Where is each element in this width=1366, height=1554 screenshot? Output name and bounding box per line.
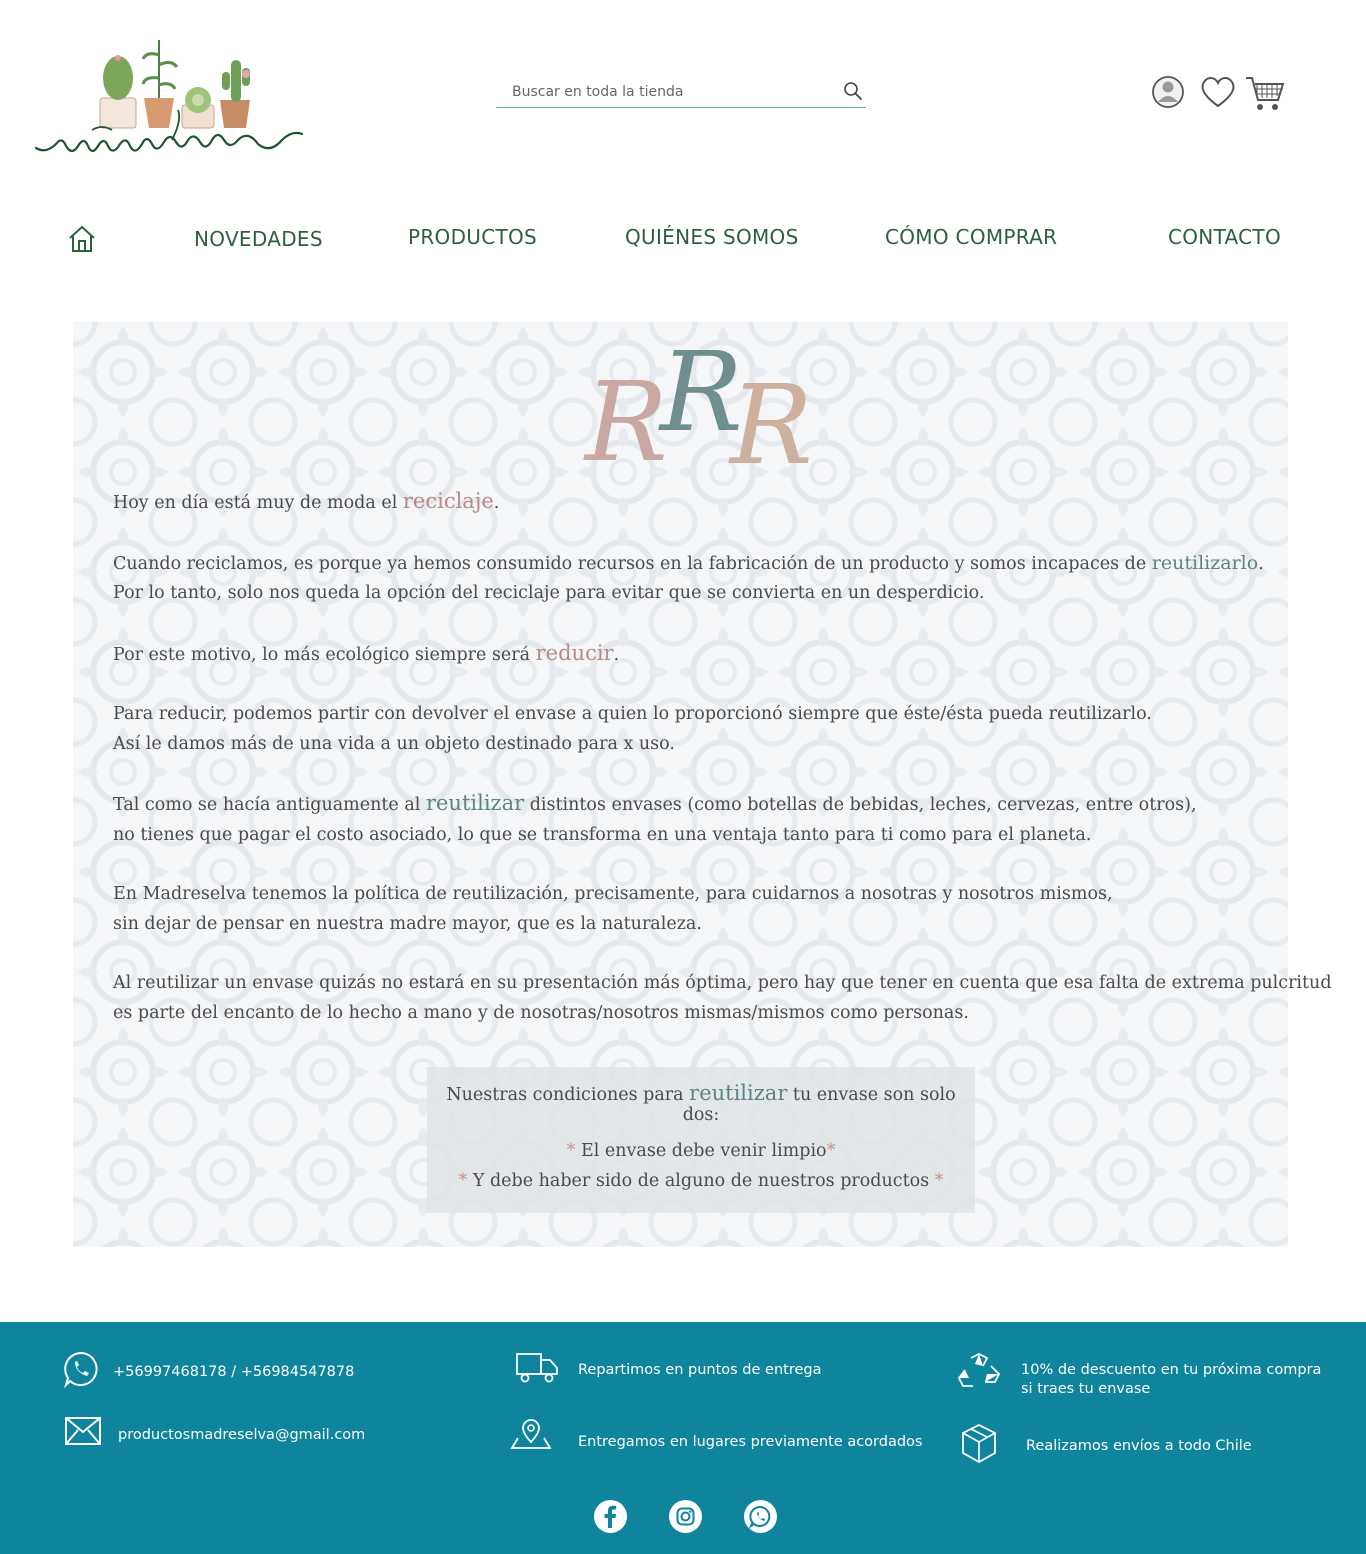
- cactus-pots-illustration: [99, 40, 250, 129]
- paragraph: Para reducir, podemos partir con devolve…: [113, 704, 1152, 754]
- conditions-intro: Nuestras condiciones para reutilizar tu …: [446, 1081, 956, 1125]
- nav-novedades[interactable]: NOVEDADES: [194, 227, 323, 251]
- cart-icon[interactable]: [1244, 70, 1286, 119]
- facebook-icon[interactable]: [594, 1500, 627, 1533]
- nav-como-comprar[interactable]: CÓMO COMPRAR: [885, 225, 1057, 249]
- search-icon[interactable]: [842, 80, 864, 102]
- footer-phone[interactable]: +56997468178 / +56984547878: [113, 1364, 354, 1380]
- paragraph: En Madreselva tenemos la política de reu…: [113, 884, 1113, 934]
- main-nav: NOVEDADES PRODUCTOS QUIÉNES SOMOS CÓMO C…: [0, 215, 1366, 265]
- map-pin-icon: [510, 1416, 552, 1455]
- paragraph: Por este motivo, lo más ecológico siempr…: [113, 640, 620, 665]
- paragraph: Cuando reciclamos, es porque ya hemos co…: [113, 551, 1264, 604]
- recycle-icon: [955, 1352, 1003, 1397]
- truck-icon: [515, 1350, 559, 1389]
- box-icon: [960, 1422, 998, 1471]
- header-actions: [1148, 70, 1288, 114]
- paragraph: Tal como se hacía antiguamente al reutil…: [113, 791, 1197, 845]
- search-input[interactable]: [510, 81, 834, 103]
- r-letter-pink: R: [583, 358, 668, 485]
- nav-contacto[interactable]: CONTACTO: [1168, 225, 1281, 249]
- heart-icon[interactable]: [1198, 70, 1238, 119]
- footer-delivery-places: Entregamos en lugares previamente acorda…: [578, 1434, 923, 1450]
- nav-quienes-somos[interactable]: QUIÉNES SOMOS: [625, 225, 799, 249]
- search-bar: [496, 75, 866, 108]
- instagram-icon[interactable]: [669, 1500, 702, 1533]
- user-icon[interactable]: [1148, 70, 1188, 119]
- whatsapp-icon: [62, 1350, 100, 1393]
- article-text: Hoy en día está muy de moda el reciclaje…: [113, 487, 1332, 1058]
- home-icon[interactable]: [66, 223, 98, 255]
- r-letter-sand: R: [728, 361, 813, 485]
- footer-discount: 10% de descuento en tu próxima compra si …: [1021, 1362, 1322, 1397]
- site-header: [0, 0, 1366, 200]
- rrr-script-logo: R R R: [580, 325, 820, 489]
- madreselva-logo[interactable]: [32, 30, 352, 170]
- paragraph: Al reutilizar un envase quizás no estará…: [113, 973, 1332, 1023]
- footer-shipping: Realizamos envíos a todo Chile: [1026, 1438, 1252, 1454]
- whatsapp-social-icon[interactable]: [744, 1500, 777, 1533]
- mail-icon: [64, 1416, 102, 1451]
- footer-delivery-points: Repartimos en puntos de entrega: [578, 1362, 822, 1378]
- nav-productos[interactable]: PRODUCTOS: [408, 225, 537, 249]
- paragraph: Hoy en día está muy de moda el reciclaje…: [113, 489, 500, 513]
- condition-item: * El envase debe venir limpio*: [566, 1141, 836, 1161]
- footer-email[interactable]: productosmadreselva@gmail.com: [118, 1427, 365, 1443]
- site-footer: +56997468178 / +56984547878 productosmad…: [0, 1322, 1366, 1554]
- condition-item: * Y debe haber sido de alguno de nuestro…: [458, 1171, 944, 1191]
- conditions-box: Nuestras condiciones para reutilizar tu …: [427, 1067, 975, 1213]
